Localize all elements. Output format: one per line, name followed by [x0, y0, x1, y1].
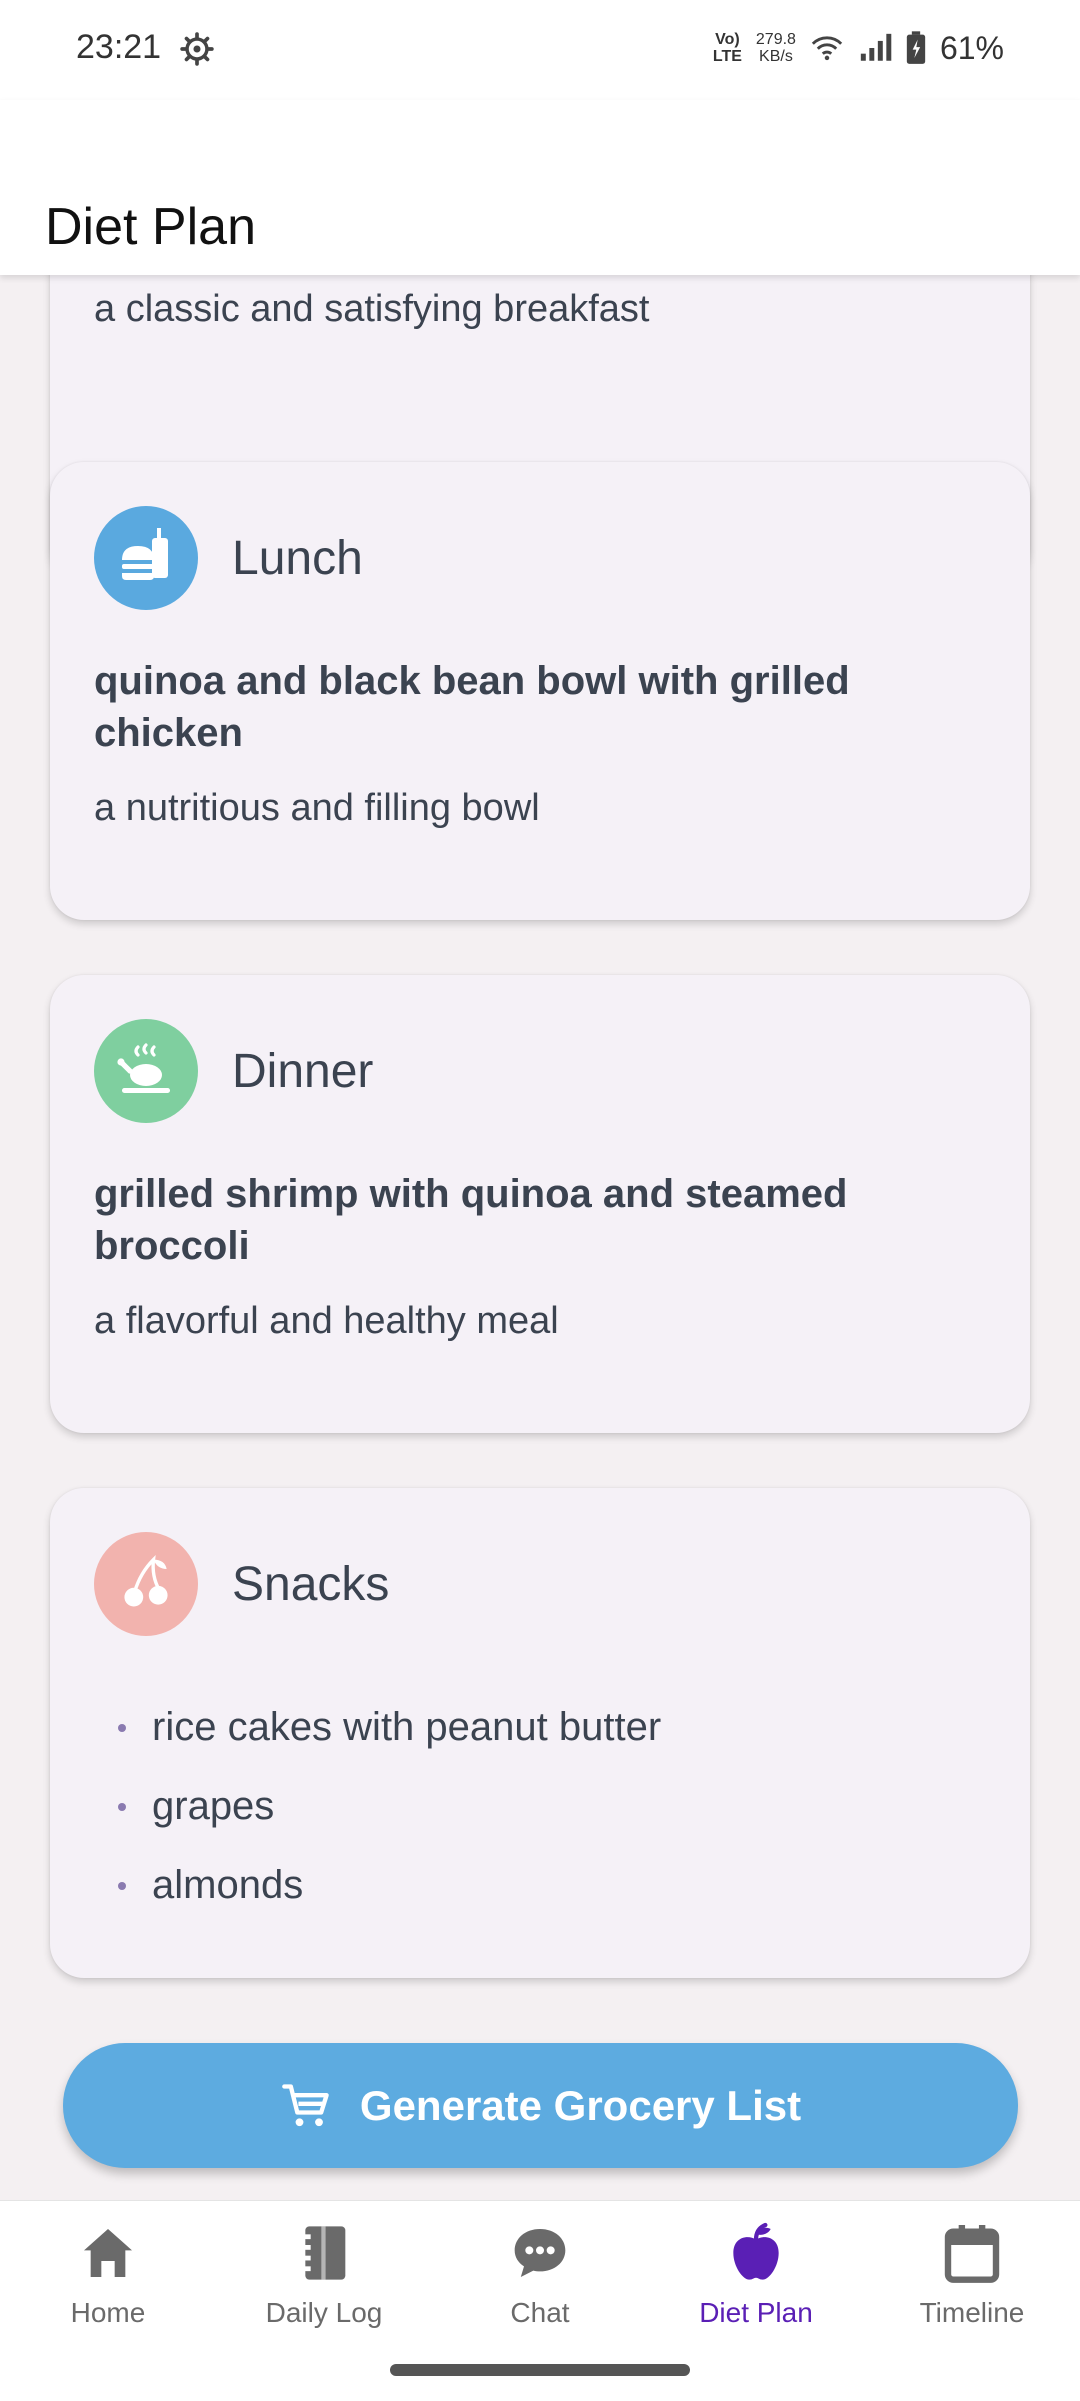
volte-indicator: Vo) LTE: [712, 31, 742, 65]
roast-chicken-icon: [94, 1019, 198, 1123]
nav-daily-log[interactable]: Daily Log: [216, 2221, 432, 2341]
app-bar: Diet Plan: [0, 100, 1080, 275]
nav-chat[interactable]: Chat: [432, 2221, 648, 2341]
lunch-card: Lunch quinoa and black bean bowl with gr…: [50, 462, 1030, 920]
snacks-header: Snacks: [94, 1532, 389, 1636]
dinner-description: a flavorful and healthy meal: [94, 1300, 559, 1342]
page-title: Diet Plan: [45, 197, 256, 256]
lunch-description: a nutritious and filling bowl: [94, 787, 540, 829]
nav-chat-label: Chat: [510, 2297, 570, 2328]
list-item: grapes: [94, 1767, 661, 1846]
nav-home[interactable]: Home: [0, 2221, 216, 2341]
notebook-icon: [300, 2226, 346, 2280]
generate-grocery-list-button[interactable]: Generate Grocery List: [63, 2043, 1018, 2168]
nav-timeline[interactable]: Timeline: [864, 2221, 1080, 2341]
dinner-title: Dinner: [232, 1044, 374, 1098]
dinner-header: Dinner: [94, 1019, 373, 1123]
list-item: almonds: [94, 1846, 661, 1925]
dinner-card: Dinner grilled shrimp with quinoa and st…: [50, 975, 1030, 1433]
burger-drink-icon: [94, 506, 198, 610]
apple-icon: [733, 2222, 779, 2280]
home-icon: [84, 2229, 132, 2277]
status-bar: 23:21 Vo) LTE 279.8 KB/s 61%: [0, 0, 1080, 100]
calendar-icon: [944, 2225, 1000, 2283]
nav-diet-plan-label: Diet Plan: [699, 2297, 813, 2328]
battery-percentage: 61%: [939, 29, 1004, 66]
network-speed: 279.8 KB/s: [755, 31, 796, 65]
list-item: rice cakes with peanut butter: [94, 1688, 661, 1767]
meal-plan-list[interactable]: a classic and satisfying breakfast Lunch…: [0, 275, 1080, 2200]
cherries-icon: [94, 1532, 198, 1636]
grocery-button-label: Generate Grocery List: [359, 2081, 802, 2129]
signal-icon: [860, 33, 892, 61]
snacks-card: Snacks rice cakes with peanut butter gra…: [50, 1488, 1030, 1978]
bullet: [118, 1802, 126, 1811]
bullet: [118, 1723, 126, 1732]
nav-home-label: Home: [70, 2297, 146, 2328]
dinner-dish: grilled shrimp with quinoa and steamed b…: [94, 1172, 848, 1268]
nav-diet-plan[interactable]: Diet Plan: [648, 2221, 864, 2341]
breakfast-description: a classic and satisfying breakfast: [94, 288, 650, 330]
cart-icon: [282, 2083, 329, 2126]
chat-bubble-icon: [514, 2229, 566, 2277]
status-indicators: Vo) LTE 279.8 KB/s 61%: [713, 26, 1004, 70]
wifi-icon: [811, 36, 843, 61]
snacks-list: rice cakes with peanut butter grapes alm…: [94, 1688, 661, 1925]
snacks-title: Snacks: [232, 1557, 390, 1611]
lunch-dish: quinoa and black bean bowl with grilled …: [94, 659, 850, 755]
bullet: [118, 1881, 126, 1890]
nav-timeline-label: Timeline: [919, 2297, 1025, 2328]
battery-icon: [906, 31, 926, 64]
lunch-header: Lunch: [94, 506, 363, 610]
home-indicator[interactable]: [390, 2364, 690, 2376]
nav-daily-log-label: Daily Log: [265, 2297, 383, 2328]
lunch-title: Lunch: [232, 531, 363, 585]
settings-gear-icon: [180, 32, 214, 66]
status-time: 23:21: [76, 28, 162, 66]
